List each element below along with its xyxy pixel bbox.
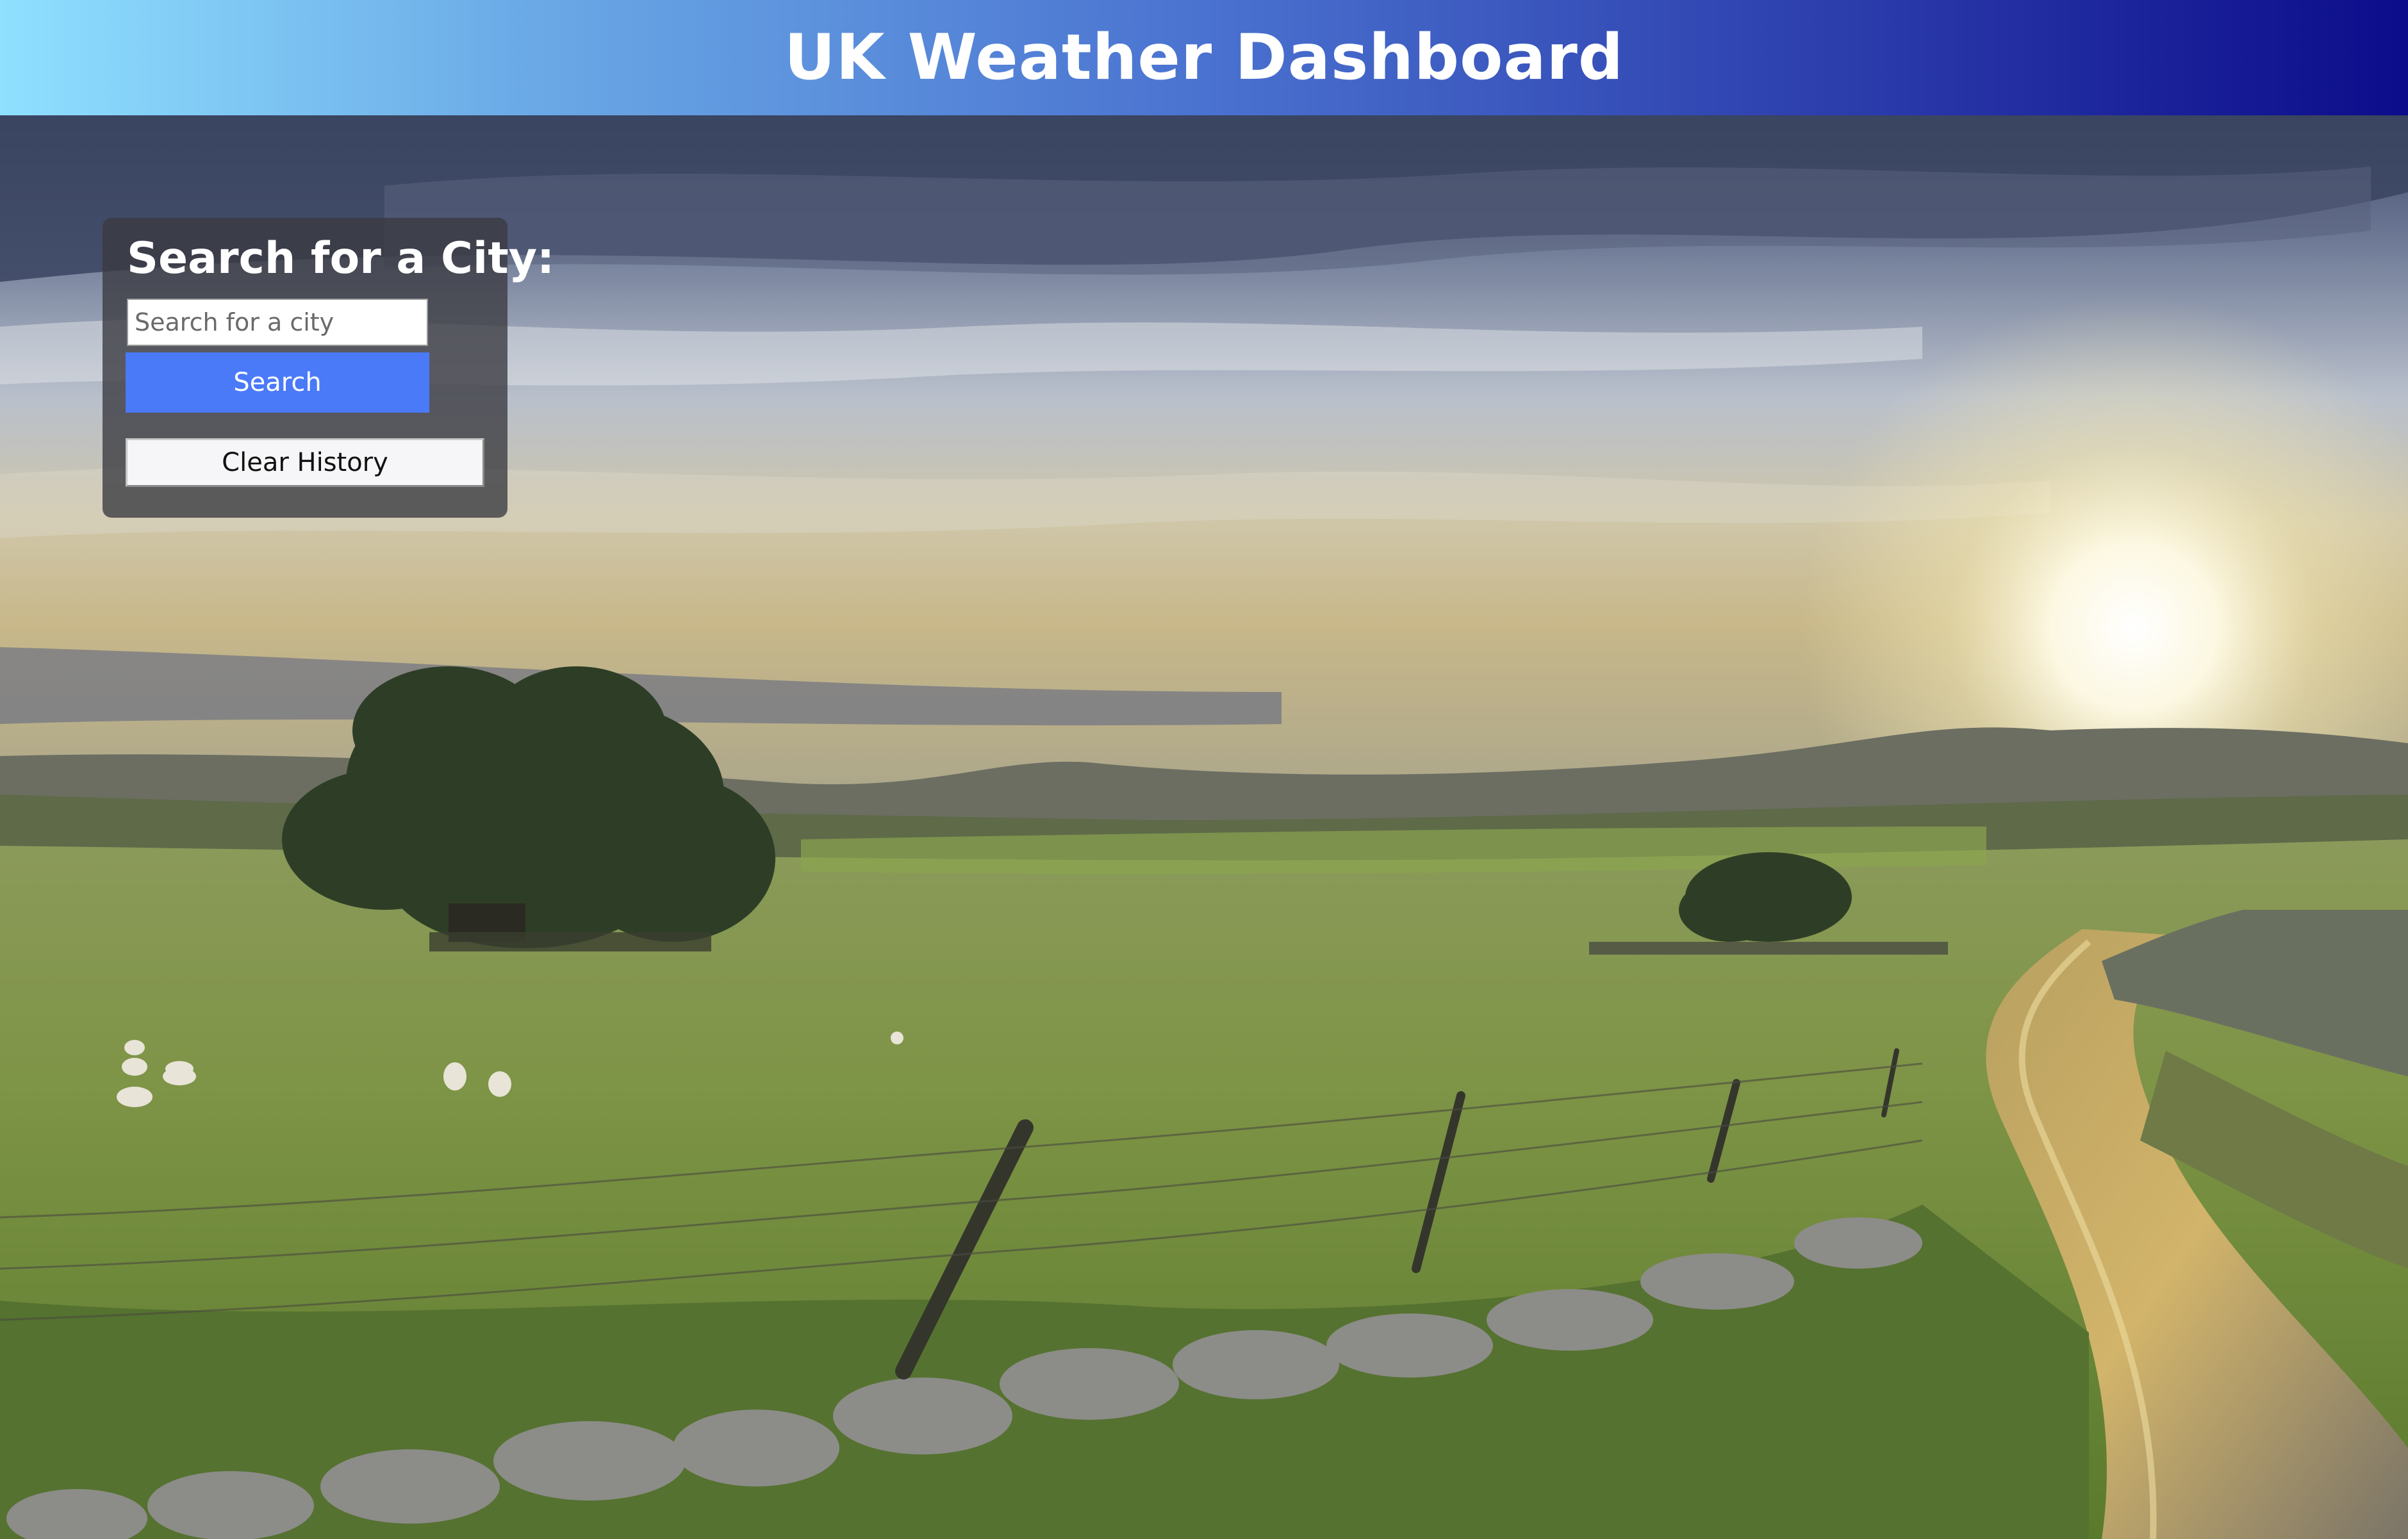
search-panel: Search for a City: Search Clear History xyxy=(103,218,554,518)
clear-history-button[interactable]: Clear History xyxy=(126,438,484,487)
search-input[interactable] xyxy=(127,299,428,346)
search-button[interactable]: Search xyxy=(126,352,429,413)
app-header: UK Weather Dashboard xyxy=(0,0,2408,115)
search-heading: Search for a City: xyxy=(127,233,555,284)
page-title: UK Weather Dashboard xyxy=(784,21,1624,94)
page: UK Weather Dashboard Search for a City: … xyxy=(0,0,2408,1539)
